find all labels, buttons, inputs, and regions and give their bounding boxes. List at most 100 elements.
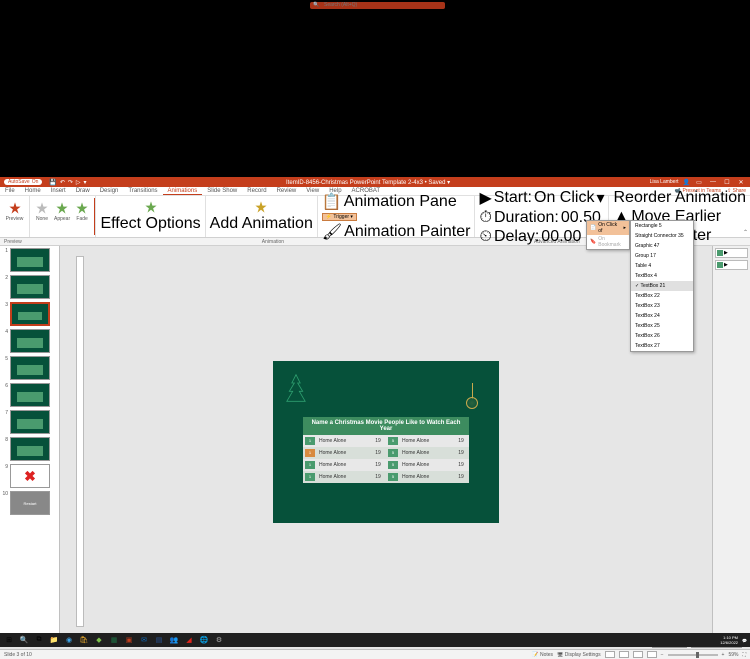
settings-icon[interactable]: ⚙ — [213, 635, 225, 645]
trigger-target[interactable]: TextBox 26 — [631, 331, 693, 341]
fit-to-window-icon[interactable]: ⛶ — [742, 652, 746, 658]
autosave-toggle[interactable]: AutoSave On — [4, 179, 42, 185]
tab-insert[interactable]: Insert — [46, 188, 71, 194]
trigger-target[interactable]: Table 4 — [631, 261, 693, 271]
ribbon-options-icon[interactable]: ▭ — [694, 179, 704, 186]
save-icon[interactable]: 💾 — [49, 179, 56, 186]
table-row[interactable]: 1Home Alone195Home Alone19 — [303, 459, 469, 471]
effect-options-button[interactable]: Effect Options — [96, 196, 205, 237]
slide[interactable]: Name a Christmas Movie People Like to Wa… — [273, 361, 499, 523]
teams-icon[interactable]: 👥 — [168, 635, 180, 645]
app-icon[interactable]: ◆ — [93, 635, 105, 645]
trigger-on-click-of[interactable]: 📄 On Click of▸ — [587, 221, 629, 235]
word-icon[interactable]: ▤ — [153, 635, 165, 645]
tab-file[interactable]: File — [0, 188, 20, 194]
thumbnail-slide-1[interactable] — [10, 248, 50, 272]
tab-record[interactable]: Record — [242, 188, 271, 194]
thumbnail-slide-8[interactable] — [10, 437, 50, 461]
minimize-icon[interactable]: — — [708, 179, 718, 185]
trigger-target[interactable]: TextBox 22 — [631, 291, 693, 301]
trigger-target[interactable]: Graphic 47 — [631, 241, 693, 251]
zoom-value[interactable]: 59% — [728, 652, 738, 658]
view-reading-icon[interactable] — [633, 651, 643, 658]
thumbnail-slide-3[interactable] — [10, 302, 50, 326]
chrome-icon[interactable]: 🌐 — [198, 635, 210, 645]
zoom-slider[interactable] — [668, 654, 718, 656]
tab-draw[interactable]: Draw — [71, 188, 95, 194]
anim-pane-item[interactable]: ▶ — [715, 248, 748, 258]
trigger-target[interactable]: TextBox 23 — [631, 301, 693, 311]
zoom-in-icon[interactable]: + — [722, 652, 725, 658]
tab-slideshow[interactable]: Slide Show — [202, 188, 242, 194]
powerpoint-icon[interactable]: ▣ — [123, 635, 135, 645]
animation-gallery[interactable]: NoneAppearFadeFly InFloat InSplitWipeSha… — [30, 196, 96, 237]
thumbnail-slide-9[interactable]: ✖ — [10, 464, 50, 488]
start-dropdown[interactable]: ▶ Start: On Click ▾ — [479, 188, 604, 208]
animation-pane[interactable]: ▶ ▶ — [712, 246, 750, 637]
user-name[interactable]: Lisa Lambert — [650, 179, 679, 185]
trigger-target[interactable]: TextBox 27 — [631, 341, 693, 351]
tab-review[interactable]: Review — [272, 188, 302, 194]
maximize-icon[interactable]: ☐ — [722, 179, 732, 186]
thumbnail-slide-10[interactable]: Restart — [10, 491, 50, 515]
tab-transitions[interactable]: Transitions — [123, 188, 162, 194]
trigger-button[interactable]: ⚡ Trigger ▾ — [322, 213, 357, 221]
undo-icon[interactable]: ↶ — [60, 179, 65, 186]
view-normal-icon[interactable] — [605, 651, 615, 658]
tab-home[interactable]: Home — [20, 188, 46, 194]
table-row[interactable]: 1Home Alone195Home Alone19 — [303, 447, 469, 459]
slide-canvas[interactable]: Name a Christmas Movie People Like to Wa… — [60, 246, 712, 637]
user-avatar-icon[interactable]: 👤 — [683, 179, 690, 186]
tab-design[interactable]: Design — [95, 188, 124, 194]
close-icon[interactable]: ✕ — [736, 179, 746, 186]
anim-pane-item[interactable]: ▶ — [715, 260, 748, 270]
slide-thumbnails[interactable]: 123456789✖10Restart — [0, 246, 60, 637]
table-row[interactable]: 1Home Alone195Home Alone19 — [303, 471, 469, 483]
thumbnail-slide-4[interactable] — [10, 329, 50, 353]
edge-icon[interactable]: ◉ — [63, 635, 75, 645]
animation-appear[interactable]: Appear — [54, 198, 70, 235]
excel-icon[interactable]: ▦ — [108, 635, 120, 645]
trigger-target[interactable]: TextBox 24 — [631, 311, 693, 321]
notifications-icon[interactable]: 💬 — [742, 638, 747, 643]
slide-counter[interactable]: Slide 3 of 10 — [4, 652, 32, 658]
table-row[interactable]: 1Home Alone195Home Alone19 — [303, 435, 469, 447]
animation-fade[interactable]: Fade — [74, 198, 90, 235]
document-title[interactable]: ItemID-8456-Christmas PowerPoint Templat… — [87, 179, 650, 186]
thumbnail-slide-5[interactable] — [10, 356, 50, 380]
slide-table[interactable]: Name a Christmas Movie People Like to Wa… — [303, 417, 469, 483]
preview-button[interactable]: Preview — [1, 198, 29, 222]
from-beginning-icon[interactable]: ▷ — [76, 179, 81, 186]
animation-painter-button[interactable]: 🖌 Animation Painter — [322, 222, 471, 242]
thumbnail-slide-2[interactable] — [10, 275, 50, 299]
animation-pane-button[interactable]: 📋 Animation Pane — [322, 192, 471, 212]
trigger-target[interactable]: Group 17 — [631, 251, 693, 261]
view-slideshow-icon[interactable] — [647, 651, 657, 658]
zoom-out-icon[interactable]: − — [661, 652, 664, 658]
taskbar-search-icon[interactable]: 🔍 — [18, 635, 30, 645]
trigger-target[interactable]: ✓ TextBox 21 — [631, 281, 693, 291]
start-icon[interactable]: ⊞ — [3, 635, 15, 645]
trigger-target[interactable]: TextBox 4 — [631, 271, 693, 281]
trigger-target[interactable]: TextBox 25 — [631, 321, 693, 331]
explorer-icon[interactable]: 📁 — [48, 635, 60, 645]
redo-icon[interactable]: ↷ — [68, 179, 73, 186]
task-view-icon[interactable]: ⧉ — [33, 635, 45, 645]
search-input[interactable] — [310, 2, 445, 9]
collapse-ribbon-icon[interactable]: ⌃ — [743, 229, 748, 236]
tab-animations[interactable]: Animations — [163, 188, 203, 195]
thumbnail-slide-7[interactable] — [10, 410, 50, 434]
display-settings-button[interactable]: 🖥 Display Settings — [557, 652, 601, 658]
thumbnail-slide-6[interactable] — [10, 383, 50, 407]
add-animation-button[interactable]: Add Animation — [206, 196, 318, 237]
trigger-target[interactable]: Rectangle 5 — [631, 221, 693, 231]
clock-date[interactable]: 12/6/2022 — [720, 640, 738, 645]
view-sorter-icon[interactable] — [619, 651, 629, 658]
store-icon[interactable]: 🛍 — [78, 635, 90, 645]
acrobat-icon[interactable]: ◢ — [183, 635, 195, 645]
tab-view[interactable]: View — [301, 188, 324, 194]
trigger-target[interactable]: Straight Connector 35 — [631, 231, 693, 241]
notes-button[interactable]: 📝 Notes — [532, 652, 553, 658]
animation-none[interactable]: None — [34, 198, 50, 235]
outlook-icon[interactable]: ✉ — [138, 635, 150, 645]
